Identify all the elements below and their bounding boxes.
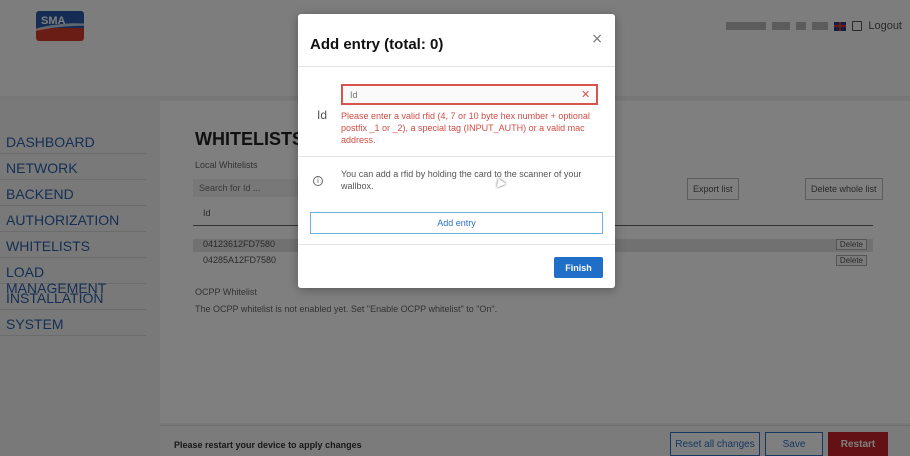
close-icon[interactable]: × bbox=[591, 31, 603, 47]
dialog-divider bbox=[298, 244, 615, 245]
finish-button[interactable]: Finish bbox=[554, 257, 603, 278]
dialog-divider bbox=[298, 156, 615, 157]
info-icon: i bbox=[313, 176, 323, 186]
add-entry-dialog: Add entry (total: 0) × Id ✕ Please enter… bbox=[298, 14, 615, 288]
dialog-title: Add entry (total: 0) bbox=[310, 36, 444, 53]
validation-error: Please enter a valid rfid (4, 7 or 10 by… bbox=[341, 111, 590, 145]
info-text: You can add a rfid by holding the card t… bbox=[341, 169, 582, 191]
add-entry-button[interactable]: Add entry bbox=[310, 212, 603, 234]
dialog-divider bbox=[298, 66, 615, 67]
id-input[interactable] bbox=[341, 84, 598, 105]
clear-input-icon[interactable]: ✕ bbox=[581, 88, 590, 101]
id-field-label: Id bbox=[317, 108, 328, 122]
